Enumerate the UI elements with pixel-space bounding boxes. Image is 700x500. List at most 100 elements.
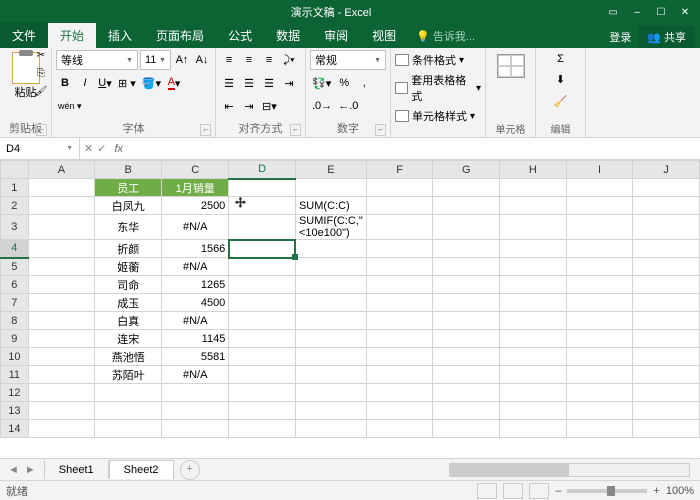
row-header-8[interactable]: 8 (1, 312, 29, 330)
font-dialog-icon[interactable]: ⌐ (200, 124, 211, 136)
cell-B5[interactable]: 姬蘅 (95, 258, 162, 276)
cell-I10[interactable] (566, 348, 633, 366)
cell-D2[interactable] (229, 197, 296, 215)
cell-G9[interactable] (433, 330, 500, 348)
cell-F6[interactable] (366, 276, 433, 294)
cell-J12[interactable] (633, 384, 700, 402)
page-break-view-button[interactable] (529, 483, 549, 499)
tab-review[interactable]: 审阅 (312, 23, 360, 48)
cell-B4[interactable]: 折颜 (95, 240, 162, 258)
col-header-A[interactable]: A (28, 161, 95, 179)
bold-button[interactable]: B (56, 73, 74, 93)
decrease-indent-button[interactable]: ⇤ (220, 96, 238, 116)
cell-J8[interactable] (633, 312, 700, 330)
cell-F10[interactable] (366, 348, 433, 366)
clear-button[interactable]: 🧹 (552, 93, 570, 110)
cell-G6[interactable] (433, 276, 500, 294)
cell-G3[interactable] (433, 215, 500, 240)
cell-G8[interactable] (433, 312, 500, 330)
tab-insert[interactable]: 插入 (96, 23, 144, 48)
cell-J1[interactable] (633, 179, 700, 197)
conditional-format-button[interactable]: 条件格式 ▾ (395, 52, 481, 68)
cell-G5[interactable] (433, 258, 500, 276)
row-header-6[interactable]: 6 (1, 276, 29, 294)
cell-D12[interactable] (229, 384, 296, 402)
cell-D13[interactable] (229, 402, 296, 420)
cell-G12[interactable] (433, 384, 500, 402)
cell-E5[interactable] (295, 258, 366, 276)
phonetic-button[interactable]: wén ▾ (56, 96, 84, 116)
align-middle-button[interactable]: ≡ (240, 50, 258, 70)
cell-E11[interactable] (295, 366, 366, 384)
cell-J7[interactable] (633, 294, 700, 312)
cell-C14[interactable] (162, 420, 229, 438)
login-link[interactable]: 登录 (609, 29, 631, 45)
cell-E8[interactable] (295, 312, 366, 330)
zoom-out-button[interactable]: – (555, 485, 561, 497)
fill-color-button[interactable]: 🪣▾ (140, 73, 163, 93)
page-layout-view-button[interactable] (503, 483, 523, 499)
wrap-text-button[interactable]: ⇥ (280, 73, 298, 93)
col-header-H[interactable]: H (500, 161, 567, 179)
cell-I6[interactable] (566, 276, 633, 294)
normal-view-button[interactable] (477, 483, 497, 499)
cell-J13[interactable] (633, 402, 700, 420)
cell-B9[interactable]: 连宋 (95, 330, 162, 348)
cell-E12[interactable] (295, 384, 366, 402)
select-all-corner[interactable] (1, 161, 29, 179)
cell-G14[interactable] (433, 420, 500, 438)
increase-decimal-button[interactable]: .0→ (310, 96, 334, 116)
cell-B6[interactable]: 司命 (95, 276, 162, 294)
decrease-font-button[interactable]: A↓ (193, 50, 211, 70)
cell-F3[interactable] (366, 215, 433, 240)
cell-A1[interactable] (28, 179, 95, 197)
fx-icon[interactable]: fx (110, 143, 127, 155)
cell-E4[interactable] (295, 240, 366, 258)
col-header-E[interactable]: E (295, 161, 366, 179)
align-right-button[interactable]: ☰ (260, 73, 278, 93)
cell-E7[interactable] (295, 294, 366, 312)
col-header-B[interactable]: B (95, 161, 162, 179)
cell-H4[interactable] (500, 240, 567, 258)
cell-E6[interactable] (295, 276, 366, 294)
tab-view[interactable]: 视图 (360, 23, 408, 48)
cell-D4[interactable] (229, 240, 296, 258)
cell-F14[interactable] (366, 420, 433, 438)
cell-B10[interactable]: 燕池悟 (95, 348, 162, 366)
increase-indent-button[interactable]: ⇥ (240, 96, 258, 116)
align-left-button[interactable]: ☰ (220, 73, 238, 93)
cell-C3[interactable]: #N/A (162, 215, 229, 240)
cell-E14[interactable] (295, 420, 366, 438)
cell-D6[interactable] (229, 276, 296, 294)
cell-H13[interactable] (500, 402, 567, 420)
cell-I11[interactable] (566, 366, 633, 384)
cell-H12[interactable] (500, 384, 567, 402)
cell-G10[interactable] (433, 348, 500, 366)
fill-button[interactable]: ⬇ (552, 71, 570, 88)
tab-formula[interactable]: 公式 (216, 23, 264, 48)
cell-A7[interactable] (28, 294, 95, 312)
cell-B1[interactable]: 员工 (95, 179, 162, 197)
cell-E10[interactable] (295, 348, 366, 366)
cell-B8[interactable]: 白真 (95, 312, 162, 330)
align-dialog-icon[interactable]: ⌐ (290, 124, 301, 136)
close-button[interactable]: ✕ (674, 2, 696, 22)
tab-data[interactable]: 数据 (264, 23, 312, 48)
zoom-slider[interactable] (567, 489, 647, 493)
orientation-button[interactable]: ⤸▾ (280, 50, 298, 70)
row-header-2[interactable]: 2 (1, 197, 29, 215)
number-format-combo[interactable]: 常规▼ (310, 50, 386, 70)
spreadsheet-grid[interactable]: ABCDEFGHIJ1员工1月销量2白凤九2500SUM(C:C)3东华#N/A… (0, 160, 700, 458)
enter-formula-icon[interactable]: ✓ (97, 142, 106, 155)
cell-D1[interactable] (229, 179, 296, 197)
cell-F8[interactable] (366, 312, 433, 330)
cell-D5[interactable] (229, 258, 296, 276)
cell-F2[interactable] (366, 197, 433, 215)
zoom-level[interactable]: 100% (666, 485, 694, 497)
cell-B2[interactable]: 白凤九 (95, 197, 162, 215)
share-button[interactable]: 👥 共享 (639, 26, 694, 48)
cell-J14[interactable] (633, 420, 700, 438)
row-header-10[interactable]: 10 (1, 348, 29, 366)
cell-C1[interactable]: 1月销量 (162, 179, 229, 197)
cell-H10[interactable] (500, 348, 567, 366)
